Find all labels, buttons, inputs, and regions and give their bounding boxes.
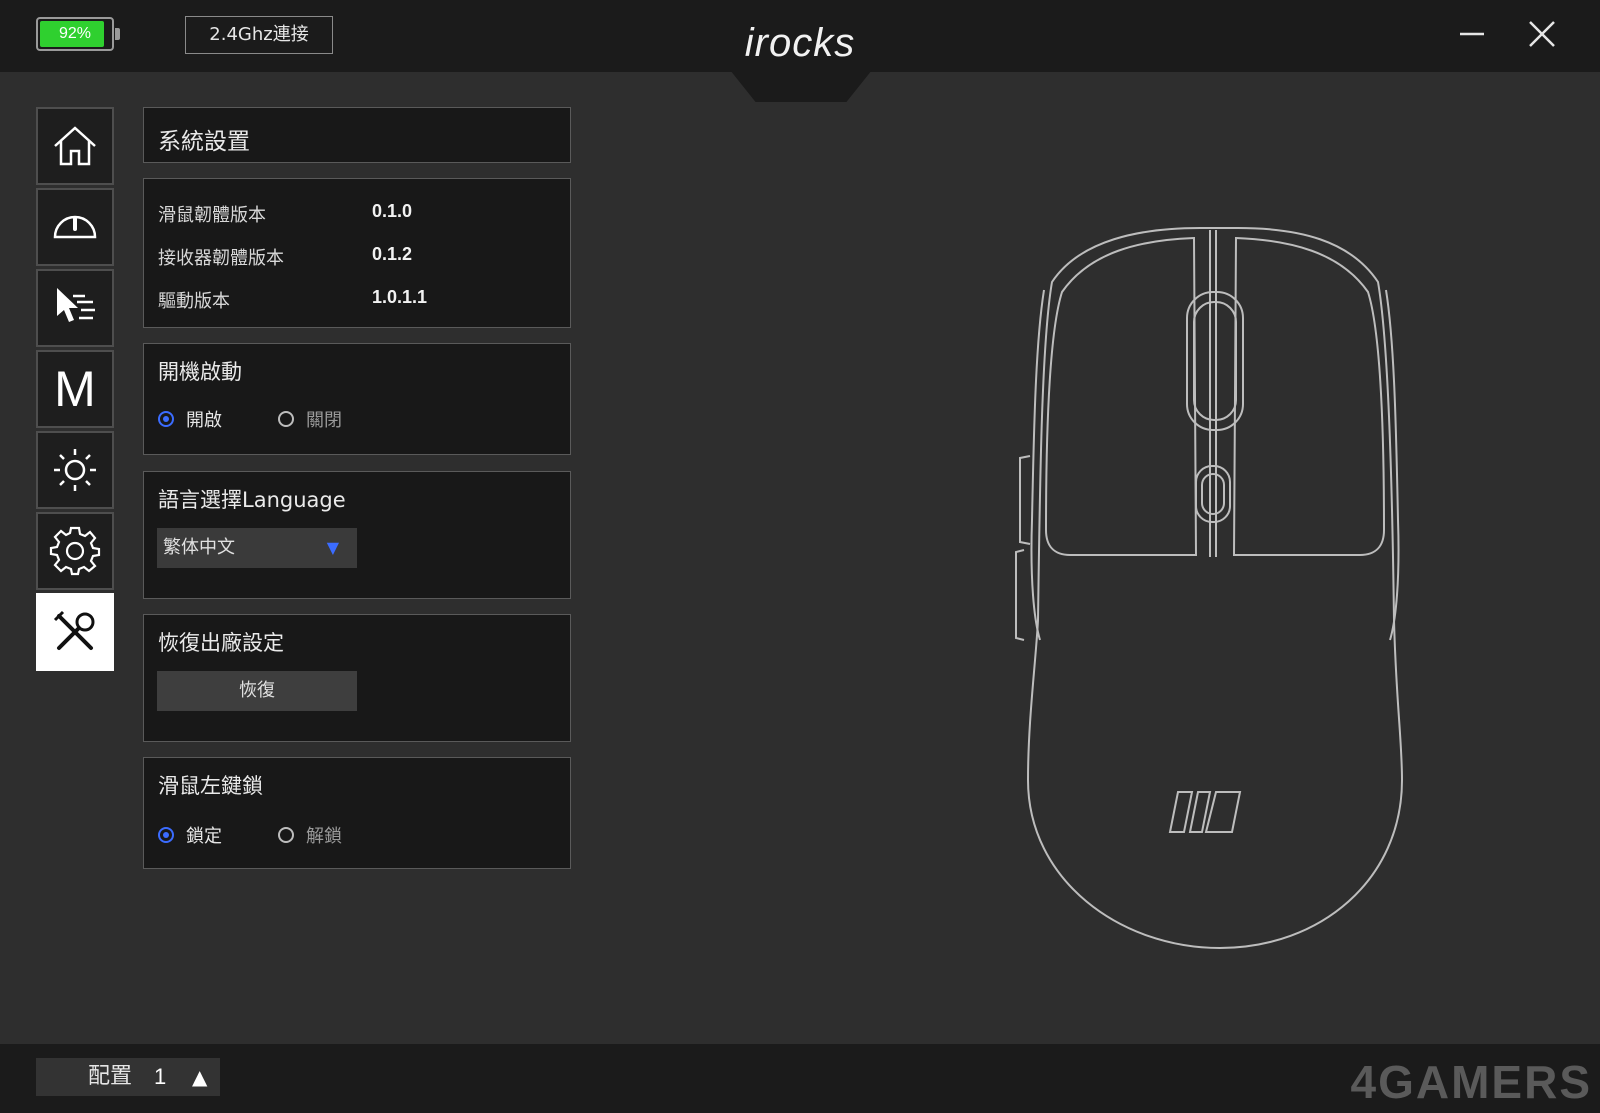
status-bar: 配置 1 ▲ 4GAMERS	[0, 1044, 1600, 1113]
driver-version-value: 1.0.1.1	[372, 287, 428, 307]
version-info-panel: 滑鼠韌體版本 0.1.0 接收器韌體版本 0.1.2 驅動版本 1.0.1.1	[143, 178, 571, 328]
restore-button[interactable]: 恢復	[157, 671, 357, 711]
page-title: 系統設置	[158, 129, 250, 155]
unlock-label: 解鎖	[306, 826, 342, 847]
minimize-button[interactable]	[1452, 14, 1492, 54]
language-select[interactable]: 繁体中文 ▼	[157, 528, 357, 568]
startup-on-radio[interactable]: 開啟	[158, 406, 222, 432]
sidebar-item-home[interactable]	[36, 107, 114, 185]
driver-version-label: 驅動版本	[158, 291, 230, 312]
profile-number: 1	[154, 1064, 167, 1089]
macro-icon: M	[54, 361, 96, 417]
close-icon	[1529, 21, 1555, 47]
minimize-icon	[1460, 32, 1484, 36]
radio-checked-icon	[158, 411, 174, 427]
receiver-firmware-label: 接收器韌體版本	[158, 248, 284, 269]
sidebar: M	[36, 107, 114, 674]
sidebar-item-macro[interactable]: M	[36, 350, 114, 428]
home-icon	[54, 126, 96, 166]
mouse-firmware-value: 0.1.0	[372, 201, 413, 221]
startup-title: 開機啟動	[158, 360, 242, 384]
battery-percent: 92%	[58, 25, 92, 42]
lock-label: 鎖定	[186, 826, 222, 847]
logo-tab	[730, 70, 872, 102]
language-selected-value: 繁体中文	[163, 537, 235, 558]
profile-selector[interactable]: 配置 1 ▲	[36, 1058, 220, 1096]
startup-on-label: 開啟	[186, 410, 222, 431]
language-title: 語言選擇Language	[158, 488, 346, 512]
mouse-firmware-label: 滑鼠韌體版本	[158, 205, 266, 226]
profile-label: 配置	[88, 1064, 133, 1089]
system-settings-header: 系統設置	[143, 107, 571, 163]
factory-reset-title: 恢復出廠設定	[158, 631, 284, 655]
sidebar-item-performance[interactable]	[36, 188, 114, 266]
factory-reset-panel: 恢復出廠設定 恢復	[143, 614, 571, 742]
radio-checked-icon	[158, 827, 174, 843]
radio-unchecked-icon	[278, 411, 294, 427]
lock-radio[interactable]: 鎖定	[158, 822, 222, 848]
battery-tip	[115, 28, 120, 40]
sidebar-item-settings[interactable]	[36, 512, 114, 590]
startup-off-label: 關閉	[306, 410, 342, 431]
sidebar-item-system-tools[interactable]	[36, 593, 114, 671]
left-button-lock-panel: 滑鼠左鍵鎖 鎖定 解鎖	[143, 757, 571, 869]
watermark: 4GAMERS	[1350, 1056, 1592, 1108]
left-button-lock-title: 滑鼠左鍵鎖	[158, 774, 263, 798]
sidebar-item-buttons[interactable]	[36, 269, 114, 347]
sidebar-item-lighting[interactable]	[36, 431, 114, 509]
settings-gear-icon	[49, 526, 101, 576]
receiver-firmware-value: 0.1.2	[372, 244, 413, 264]
title-bar: 92% 2.4Ghz連接 irocks	[0, 0, 1600, 72]
unlock-radio[interactable]: 解鎖	[278, 822, 342, 848]
startup-panel: 開機啟動 開啟 關閉	[143, 343, 571, 455]
connection-status: 2.4Ghz連接	[185, 16, 333, 54]
language-panel: 語言選擇Language 繁体中文 ▼	[143, 471, 571, 599]
radio-unchecked-icon	[278, 827, 294, 843]
startup-off-radio[interactable]: 關閉	[278, 406, 342, 432]
button-assign-icon	[57, 288, 95, 322]
close-button[interactable]	[1522, 14, 1562, 54]
mouse-illustration	[1015, 227, 1404, 950]
lighting-icon	[54, 449, 96, 491]
battery-indicator: 92%	[36, 17, 120, 51]
triangle-up-icon: ▲	[192, 1065, 208, 1089]
performance-gauge-icon	[53, 215, 97, 239]
app-logo: irocks	[744, 21, 856, 65]
dropdown-arrow-icon: ▼	[326, 538, 339, 557]
tools-icon	[53, 610, 95, 650]
